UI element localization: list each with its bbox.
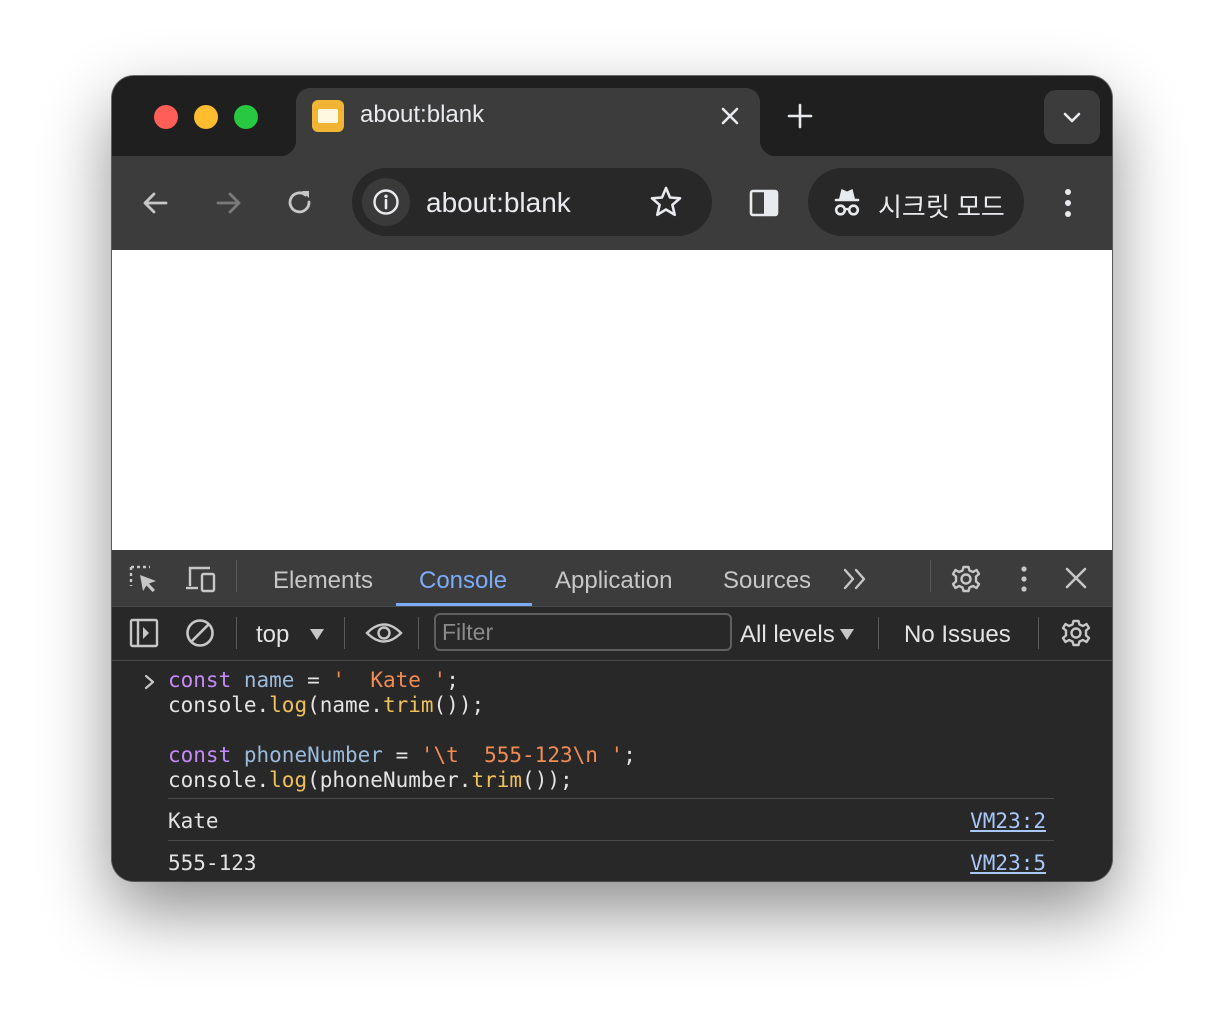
console-log-output: 555-123 — [168, 851, 257, 875]
site-info-icon[interactable] — [362, 178, 410, 226]
code-line: const name = ' Kate '; — [168, 668, 459, 693]
code-token: trim — [382, 693, 434, 717]
browser-menu-icon[interactable] — [1052, 185, 1084, 226]
devtools-menu-icon[interactable] — [1008, 564, 1040, 594]
tab-search-button[interactable] — [1044, 90, 1100, 144]
tab-application[interactable]: Application — [555, 567, 672, 595]
console-filter-bar: top All levels No Issues — [112, 607, 1112, 661]
code-token: '\t 555-123\n ' — [420, 743, 624, 767]
code-token: console. — [168, 693, 270, 717]
log-levels-dropdown[interactable]: All levels — [740, 621, 835, 649]
clear-console-icon[interactable] — [184, 618, 216, 648]
address-text: about:blank — [426, 187, 571, 218]
context-selector[interactable]: top — [256, 621, 289, 649]
code-token: log — [269, 693, 308, 717]
toolbar-divider — [930, 560, 931, 592]
code-token: (phoneNumber. — [307, 768, 472, 792]
code-line: console.log(phoneNumber.trim()); — [168, 768, 573, 793]
side-panel-icon[interactable] — [746, 185, 782, 221]
levels-dropdown-arrow-icon[interactable] — [840, 629, 854, 640]
close-icon[interactable] — [716, 102, 744, 130]
tab-sources[interactable]: Sources — [723, 567, 811, 595]
code-line: const phoneNumber = '\t 555-123\n '; — [168, 743, 636, 768]
incognito-label: 시크릿 모드 — [878, 192, 1005, 222]
browser-window: about:blank about:blank 시크릿 모드 Elements … — [112, 76, 1112, 881]
inspect-element-icon[interactable] — [128, 564, 160, 594]
more-tabs-chevron-icon[interactable] — [840, 564, 872, 594]
toolbar-divider — [1038, 617, 1039, 649]
devtools-panel: Elements Console Application Sources top… — [112, 550, 1112, 881]
tab-console[interactable]: Console — [419, 567, 507, 595]
toolbar-divider — [878, 617, 879, 649]
code-token: console. — [168, 768, 270, 792]
code-token: log — [269, 768, 308, 792]
toolbar-divider — [236, 560, 237, 592]
page-favicon — [312, 100, 344, 132]
filter-input[interactable] — [434, 613, 732, 651]
code-token: ()); — [433, 693, 485, 717]
code-token: phoneNumber — [243, 743, 383, 767]
incognito-indicator[interactable]: 시크릿 모드 — [808, 168, 1024, 236]
new-tab-plus-icon[interactable] — [784, 100, 816, 132]
close-devtools-icon[interactable] — [1060, 564, 1092, 594]
source-link[interactable]: VM23:2 — [970, 809, 1046, 833]
console-log-output: Kate — [168, 809, 219, 833]
tab-elements[interactable]: Elements — [273, 567, 373, 595]
source-link[interactable]: VM23:5 — [970, 851, 1046, 875]
active-tab-indicator — [396, 603, 532, 606]
tab-strip: about:blank — [112, 76, 1112, 156]
live-expression-eye-icon[interactable] — [364, 618, 404, 648]
issues-counter[interactable]: No Issues — [904, 621, 1011, 649]
code-token: ' Kate ' — [332, 668, 447, 692]
chevron-down-icon — [1063, 112, 1081, 123]
devtools-tab-bar: Elements Console Application Sources — [112, 550, 1112, 607]
settings-gear-icon[interactable] — [950, 564, 982, 594]
toolbar-divider — [418, 617, 419, 649]
output-divider — [168, 840, 1054, 841]
code-token: ()); — [522, 768, 573, 792]
code-token: name — [243, 668, 295, 692]
forward-arrow-icon[interactable] — [210, 185, 246, 221]
console-settings-gear-icon[interactable] — [1060, 618, 1092, 648]
browser-toolbar: about:blank 시크릿 모드 — [112, 156, 1112, 250]
page-content[interactable] — [112, 250, 1112, 550]
incognito-icon — [834, 189, 860, 216]
console-sidebar-icon[interactable] — [128, 618, 160, 648]
device-toolbar-icon[interactable] — [184, 564, 216, 594]
toolbar-divider — [236, 617, 237, 649]
context-dropdown-arrow-icon[interactable] — [310, 629, 324, 640]
minimize-window-button[interactable] — [194, 105, 218, 129]
toolbar-divider — [344, 617, 345, 649]
prompt-chevron-icon — [142, 672, 158, 697]
code-token: const — [168, 743, 232, 767]
output-divider — [168, 798, 1054, 799]
reload-icon[interactable] — [282, 185, 318, 221]
code-token: (name. — [307, 693, 383, 717]
bookmark-star-icon[interactable] — [648, 184, 684, 225]
code-token: trim — [471, 768, 523, 792]
close-window-button[interactable] — [154, 105, 178, 129]
maximize-window-button[interactable] — [234, 105, 258, 129]
code-token: = — [382, 743, 421, 767]
code-token: = — [294, 668, 333, 692]
back-arrow-icon[interactable] — [138, 185, 174, 221]
code-token: const — [168, 668, 232, 692]
address-bar[interactable]: about:blank — [352, 168, 712, 236]
code-token: ; — [446, 668, 459, 692]
console-output[interactable]: const name = ' Kate '; console.log(name.t… — [112, 660, 1112, 881]
code-line: console.log(name.trim()); — [168, 693, 484, 718]
tab-about-blank[interactable]: about:blank — [280, 88, 776, 156]
code-token: ; — [623, 743, 636, 767]
tab-title: about:blank — [360, 101, 485, 128]
